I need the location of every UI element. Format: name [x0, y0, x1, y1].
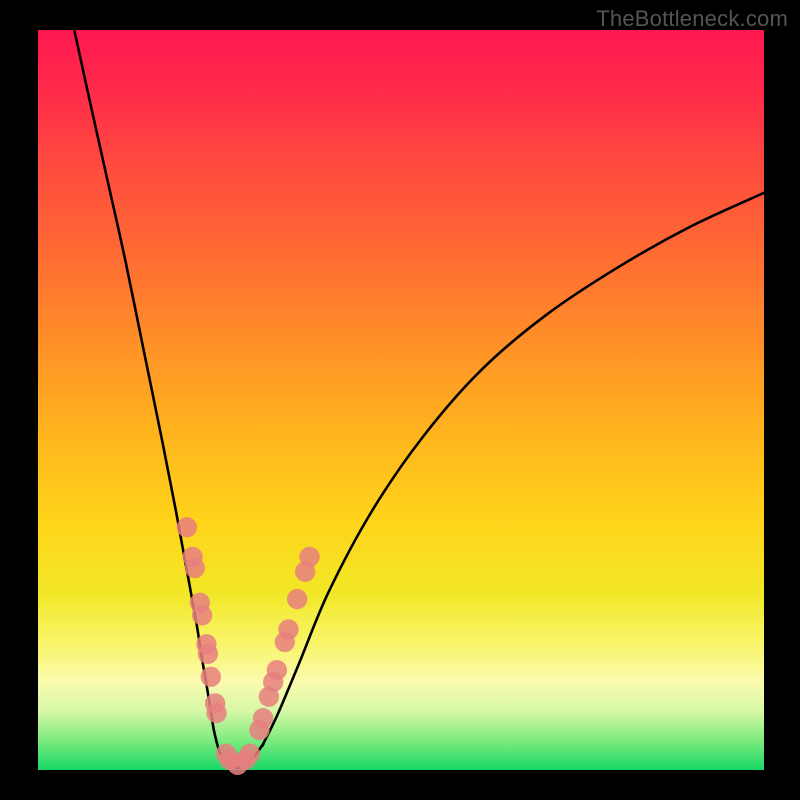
plot-area	[38, 30, 764, 770]
data-marker	[287, 589, 307, 609]
data-marker	[267, 660, 287, 680]
data-marker	[299, 547, 319, 567]
data-marker	[201, 667, 221, 687]
data-marker	[278, 619, 298, 639]
curve-path	[74, 30, 764, 768]
data-marker	[192, 605, 212, 625]
bottleneck-curve	[74, 30, 764, 768]
chart-frame: TheBottleneck.com	[0, 0, 800, 800]
data-marker	[185, 558, 205, 578]
chart-svg	[38, 30, 764, 770]
data-marker	[240, 744, 260, 764]
watermark-label: TheBottleneck.com	[596, 6, 788, 32]
data-marker	[177, 517, 197, 537]
marker-cluster	[177, 517, 320, 775]
data-marker	[198, 644, 218, 664]
data-marker	[253, 708, 273, 728]
data-marker	[206, 703, 226, 723]
